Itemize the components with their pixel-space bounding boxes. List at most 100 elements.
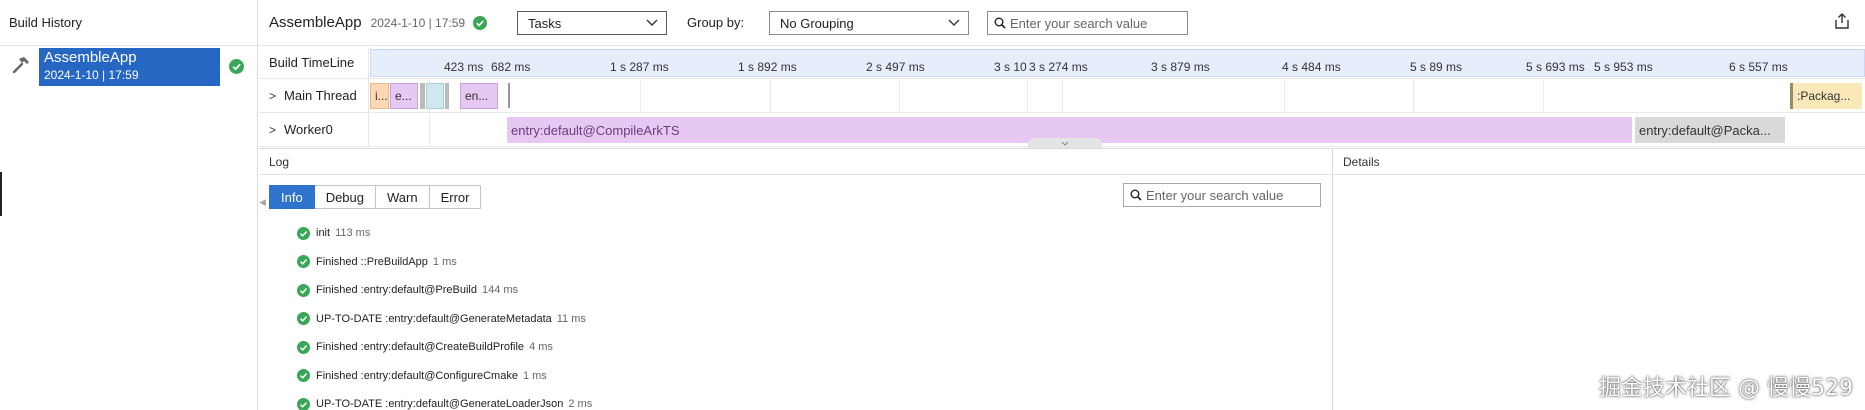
- success-icon: [473, 15, 488, 30]
- timeline-header-label: Build TimeLine: [259, 47, 369, 78]
- success-icon: [297, 312, 310, 326]
- gridline: [1413, 79, 1414, 112]
- build-history-item[interactable]: AssembleApp 2024-1-10 | 17:59: [0, 48, 258, 88]
- sidebar-resize-marker: [0, 172, 2, 216]
- app-time: 2024-1-10 | 17:59: [370, 15, 466, 30]
- task-bar[interactable]: e...: [390, 83, 418, 109]
- row-name: Main Thread: [284, 88, 357, 103]
- chevron-right-icon[interactable]: >: [269, 89, 276, 103]
- axis-tick: 2 s 497 ms: [866, 60, 925, 74]
- success-icon: [297, 397, 310, 410]
- tab-warn[interactable]: Warn: [376, 185, 430, 209]
- row-name: Worker0: [284, 122, 333, 137]
- log-entry-duration: 144 ms: [481, 284, 519, 297]
- view-select[interactable]: Tasks: [517, 11, 667, 35]
- success-icon: [297, 369, 310, 383]
- panel-resize-handle[interactable]: [1028, 138, 1102, 148]
- row-label[interactable]: > Main Thread: [259, 79, 369, 112]
- log-level-tabs: Info Debug Warn Error: [269, 185, 482, 209]
- log-entry-text: UP-TO-DATE :entry:default@GenerateMetada…: [316, 312, 552, 325]
- app-title: AssembleApp: [269, 14, 362, 31]
- divider: [1334, 174, 1865, 175]
- success-icon: [297, 340, 310, 354]
- axis-tick: 6 s 557 ms: [1729, 60, 1788, 74]
- divider: [259, 174, 1332, 175]
- export-icon[interactable]: [1833, 12, 1851, 30]
- task-bar[interactable]: :Packag...: [1790, 83, 1862, 109]
- gridline: [1284, 79, 1285, 112]
- gridline: [640, 79, 641, 112]
- timeline-row-main-thread: > Main Thread i... e... en... :Packag...: [259, 79, 1865, 113]
- log-entry[interactable]: UP-TO-DATE :entry:default@GenerateLoader…: [297, 390, 1297, 410]
- log-entry-duration: 113 ms: [335, 227, 371, 240]
- gridline: [1543, 79, 1544, 112]
- log-entry[interactable]: Finished :entry:default@ConfigureCmake 1 …: [297, 362, 1297, 391]
- build-name: AssembleApp: [44, 49, 137, 66]
- group-by-label: Group by:: [687, 15, 745, 30]
- log-entry[interactable]: init 113 ms: [297, 219, 1297, 248]
- task-bar[interactable]: entry:default@Packa...: [1635, 117, 1785, 143]
- log-entry-text: Finished :entry:default@ConfigureCmake: [316, 369, 518, 382]
- axis-tick: 423 ms: [444, 60, 484, 74]
- task-bar[interactable]: en...: [460, 83, 498, 109]
- log-entry-duration: 4 ms: [529, 341, 553, 354]
- log-entry-duration: 11 ms: [556, 312, 586, 325]
- chevron-left-icon[interactable]: ◀: [259, 197, 267, 217]
- details-title: Details: [1343, 155, 1380, 169]
- log-entry-text: Finished :entry:default@CreateBuildProfi…: [316, 341, 525, 354]
- log-entry-duration: 1 ms: [432, 255, 457, 268]
- axis-tick: 5 s 89 ms: [1410, 60, 1463, 74]
- chevron-down-icon: [948, 19, 960, 26]
- tab-debug[interactable]: Debug: [314, 185, 376, 209]
- log-entry[interactable]: UP-TO-DATE :entry:default@GenerateMetada…: [297, 305, 1297, 334]
- watermark: 掘金技术社区 @ 慢慢529: [1599, 376, 1853, 401]
- timeline-axis[interactable]: 423 ms 682 ms 1 s 287 ms 1 s 892 ms 2 s …: [370, 49, 1865, 77]
- search-icon: [994, 17, 1006, 29]
- axis-tick: 1 s 287 ms: [610, 60, 669, 74]
- success-icon: [297, 226, 310, 240]
- axis-tick: 3 s 274 ms: [1029, 60, 1088, 74]
- tab-info[interactable]: Info: [269, 185, 315, 209]
- grouping-select[interactable]: No Grouping: [769, 11, 969, 35]
- task-bar[interactable]: i...: [370, 83, 389, 109]
- timeline-search-input[interactable]: Enter your search value: [987, 11, 1188, 35]
- task-bar[interactable]: [420, 83, 425, 109]
- log-entry-duration: 1 ms: [522, 369, 547, 382]
- build-time: 2024-1-10 | 17:59: [44, 68, 139, 82]
- success-icon: [297, 255, 310, 269]
- build-timeline: Build TimeLine 423 ms 682 ms 1 s 287 ms …: [259, 47, 1865, 148]
- gridline: [1062, 79, 1063, 112]
- log-entry[interactable]: Finished :entry:default@CreateBuildProfi…: [297, 333, 1297, 362]
- log-entry[interactable]: Finished :entry:default@PreBuild 144 ms: [297, 276, 1297, 305]
- axis-tick: 3 s 10: [994, 60, 1027, 74]
- current-time-marker: [508, 83, 510, 108]
- tab-error[interactable]: Error: [429, 185, 482, 209]
- axis-tick: 3 s 879 ms: [1151, 60, 1210, 74]
- axis-tick: 5 s 693 ms: [1526, 60, 1585, 74]
- search-placeholder: Enter your search value: [1010, 15, 1148, 31]
- log-entry[interactable]: Finished ::PreBuildApp 1 ms: [297, 248, 1297, 277]
- task-bar[interactable]: [445, 83, 449, 109]
- success-icon: [229, 59, 244, 74]
- sidebar-title: Build History: [0, 0, 257, 46]
- axis-tick: 4 s 484 ms: [1282, 60, 1341, 74]
- gridline: [429, 113, 430, 146]
- build-history-card[interactable]: AssembleApp 2024-1-10 | 17:59: [39, 48, 220, 86]
- chevron-down-icon: [1061, 141, 1069, 146]
- chevron-down-icon: [646, 19, 658, 26]
- log-list: init 113 ms Finished ::PreBuildApp 1 ms Fini…: [297, 219, 1297, 410]
- search-placeholder: Enter your search value: [1146, 187, 1284, 203]
- log-entry-text: UP-TO-DATE :entry:default@GenerateLoader…: [316, 398, 564, 410]
- log-entry-text: Finished :entry:default@PreBuild: [316, 284, 477, 297]
- hammer-icon: [12, 57, 29, 74]
- view-select-value: Tasks: [528, 15, 562, 31]
- axis-tick: 682 ms: [491, 60, 531, 74]
- log-search-input[interactable]: Enter your search value: [1123, 183, 1321, 207]
- chevron-right-icon[interactable]: >: [269, 123, 276, 137]
- log-entry-text: Finished ::PreBuildApp: [316, 255, 428, 268]
- row-label[interactable]: > Worker0: [259, 113, 369, 146]
- axis-tick: 5 s 953 ms: [1594, 60, 1653, 74]
- log-entry-duration: 2 ms: [568, 398, 593, 410]
- task-bar[interactable]: [426, 83, 444, 109]
- log-entry-text: init: [316, 227, 331, 240]
